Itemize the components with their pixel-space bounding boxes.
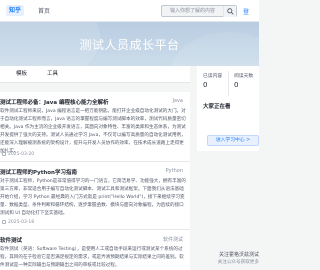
article-card[interactable]: 测试工程师的Python学习指南 Python 对于测试工程师，Python是非… xyxy=(0,162,190,230)
stat-value: 0 xyxy=(234,81,239,89)
search-placeholder: 输入你想了解的内容 xyxy=(170,8,216,14)
article-category[interactable]: 软件测试 xyxy=(163,236,183,243)
login-link[interactable]: 登 xyxy=(243,7,249,16)
article-summary: 软件测试工程师来说，Java 编程语言是一把万能钥匙，能打开企业级自动化测试的大… xyxy=(0,109,186,154)
article-title[interactable]: 测试工程师必备：Java 编程核心能力全解析 xyxy=(0,98,108,106)
article-meta: 2025-03-18 xyxy=(2,220,34,225)
calendar-icon xyxy=(2,152,6,156)
article-card[interactable]: 测试工程师必备：Java 编程核心能力全解析 Java 软件测试工程师来说，Ja… xyxy=(0,92,190,162)
article-summary: 对于测试工程师，Python是非常值得学习的一门语言，它简洁易学、功能强大，拥有… xyxy=(0,179,186,216)
page: 知乎 首页 输入你想了解的内容 登 测试人员成长平台 模板 工具 测试工程师必备… xyxy=(0,0,259,270)
search-icon xyxy=(227,8,234,15)
follow-title: 关注霍格沃兹测试 xyxy=(218,252,259,258)
learning-center-card: 大家正在看 进入学习中心 > xyxy=(197,97,259,151)
nav-home-link[interactable]: 首页 xyxy=(38,6,50,15)
article-category[interactable]: Java xyxy=(172,98,183,104)
search-button[interactable] xyxy=(223,6,236,17)
tab-templates[interactable]: 模板 xyxy=(16,66,27,83)
stat-read-content: 已读内容 0 xyxy=(197,66,228,101)
banner-title: 测试人员成长平台 xyxy=(79,38,180,52)
greeting-title: 大家正在看 xyxy=(203,104,231,110)
article-date: 2025-03-20 xyxy=(8,152,35,157)
reading-stats-card: 已读内容 0 阅读天数 0 xyxy=(197,66,259,101)
article-category[interactable]: Python xyxy=(166,168,183,174)
stat-label: 已读内容 xyxy=(203,74,223,79)
article-meta: 2025-03-20 xyxy=(2,152,34,157)
stat-label: 阅读天数 xyxy=(234,74,254,79)
enter-learning-center-button[interactable]: 进入学习中心 > xyxy=(207,135,259,146)
follow-subtitle: 关注公众号获取更多 xyxy=(217,260,259,265)
article-date: 2025-03-18 xyxy=(8,220,35,225)
hero-banner: 测试人员成长平台 xyxy=(0,22,259,66)
content-tabs: 模板 工具 xyxy=(0,66,190,83)
top-nav-bar: 知乎 首页 输入你想了解的内容 登 xyxy=(0,0,259,22)
stat-read-days: 阅读天数 0 xyxy=(228,66,259,101)
article-summary: 软件测试（英语：Software Testing），是使用人工或自动手段来运行或… xyxy=(0,247,184,268)
stat-value: 0 xyxy=(203,81,208,89)
site-logo[interactable]: 知乎 xyxy=(6,5,25,16)
search-input[interactable]: 输入你想了解的内容 xyxy=(161,5,237,17)
article-title[interactable]: 测试工程师的Python学习指南 xyxy=(0,168,77,176)
calendar-icon xyxy=(2,220,6,224)
article-card[interactable]: 软件测试 软件测试 软件测试（英语：Software Testing），是使用人… xyxy=(0,230,190,270)
tab-tools[interactable]: 工具 xyxy=(47,66,58,83)
article-title[interactable]: 软件测试 xyxy=(0,236,22,244)
